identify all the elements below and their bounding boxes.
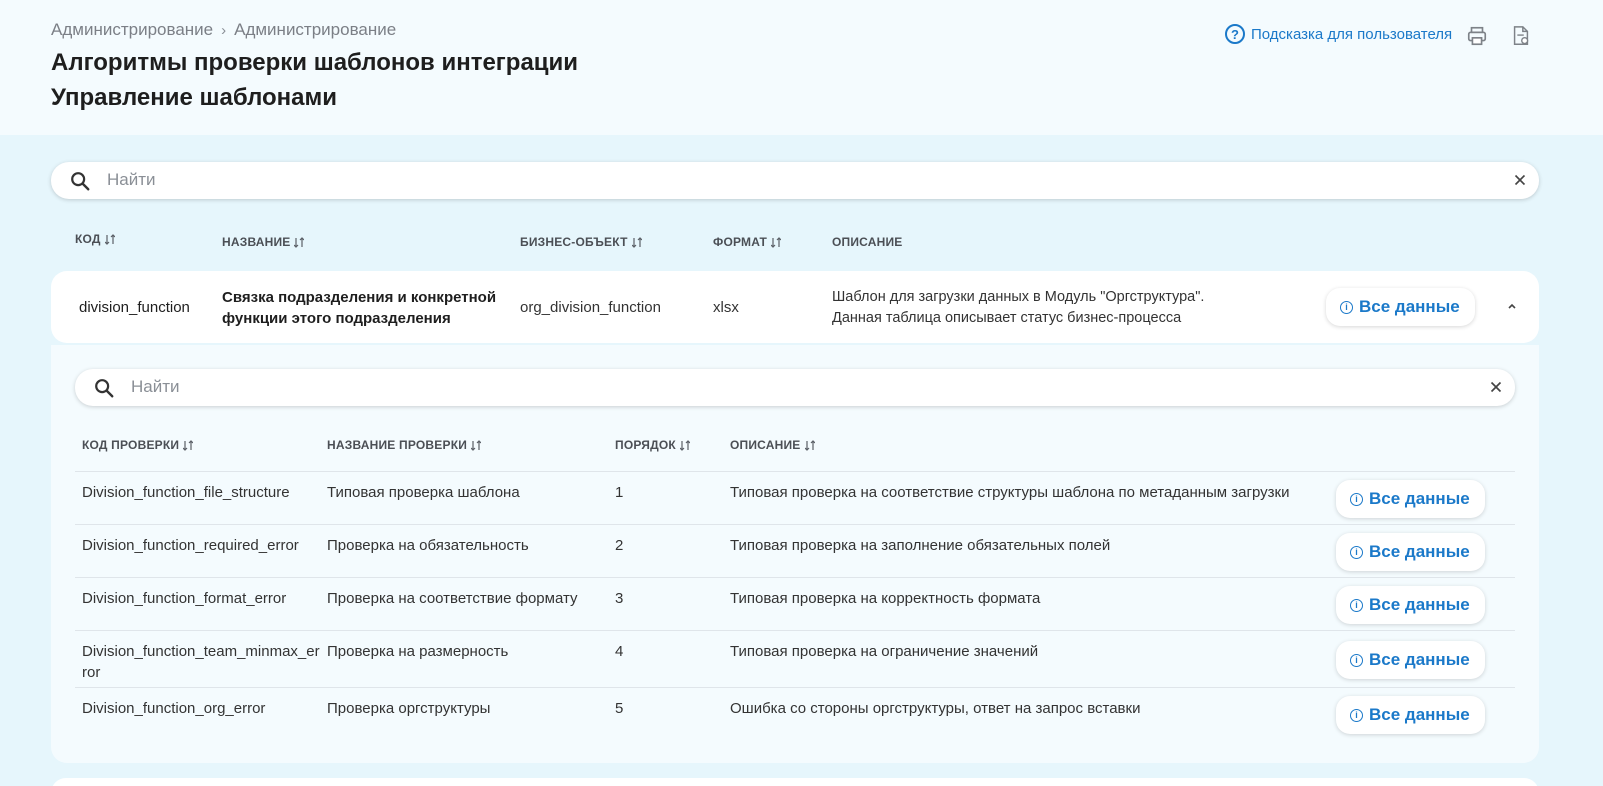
all-data-button[interactable]: i Все данные	[1336, 696, 1485, 734]
document-export-icon[interactable]	[1510, 24, 1532, 48]
check-order: 1	[615, 484, 624, 501]
help-question-icon: ?	[1225, 24, 1245, 44]
template-code: division_function	[79, 299, 190, 316]
sort-icon	[679, 439, 690, 451]
printer-icon[interactable]	[1466, 24, 1488, 48]
column-header-format[interactable]: ФОРМАТ	[713, 235, 782, 249]
info-icon: i	[1350, 492, 1363, 506]
checks-search-bar	[75, 369, 1515, 406]
check-row[interactable]: Division_function_org_error Проверка орг…	[75, 687, 1515, 740]
column-header-check-description[interactable]: ОПИСАНИЕ	[730, 438, 815, 452]
sort-icon	[804, 439, 815, 451]
breadcrumb: Администрирование › Администрирование	[51, 20, 396, 40]
help-link[interactable]: ? Подсказка для пользователя	[1225, 24, 1452, 44]
breadcrumb-separator: ›	[221, 21, 227, 39]
sort-icon	[104, 233, 115, 245]
column-header-name[interactable]: НАЗВАНИЕ	[222, 235, 305, 249]
all-data-button[interactable]: i Все данные	[1336, 533, 1485, 571]
check-name: Проверка оргструктуры	[327, 700, 491, 717]
all-data-button[interactable]: i Все данные	[1336, 586, 1485, 624]
check-code: Division_function_file_structure	[82, 484, 290, 501]
checks-search-input[interactable]	[131, 373, 1283, 401]
check-row[interactable]: Division_function_format_error Проверка …	[75, 577, 1515, 630]
column-header-order[interactable]: ПОРЯДОК	[615, 438, 690, 452]
help-link-label: Подсказка для пользователя	[1251, 25, 1453, 43]
next-template-row[interactable]	[51, 778, 1539, 786]
check-description: Типовая проверка на ограничение значений	[730, 643, 1039, 660]
sort-icon	[294, 236, 305, 248]
sort-icon	[771, 236, 782, 248]
sort-icon	[183, 439, 194, 451]
template-name: Связка подразделения и конкретной функци…	[222, 289, 497, 327]
info-icon: i	[1350, 708, 1363, 722]
check-name: Проверка на обязательность	[327, 537, 529, 554]
check-row[interactable]: Division_function_required_error Проверк…	[75, 524, 1515, 577]
main-search-input[interactable]	[107, 166, 1298, 194]
check-description: Типовая проверка на соответствие структу…	[730, 484, 1290, 501]
breadcrumb-item-1[interactable]: Администрирование	[51, 20, 213, 40]
column-header-business-object[interactable]: БИЗНЕС-ОБЪЕКТ	[520, 235, 642, 249]
info-icon: i	[1350, 545, 1363, 559]
check-description: Типовая проверка на заполнение обязатель…	[730, 537, 1111, 554]
page-title: Алгоритмы проверки шаблонов интеграции	[51, 49, 579, 76]
column-header-code[interactable]: КОД	[75, 232, 115, 246]
sort-icon	[471, 439, 482, 451]
info-icon: i	[1350, 653, 1363, 667]
clear-search-icon[interactable]	[1511, 171, 1529, 189]
template-description: Шаблон для загрузки данных в Модуль "Орг…	[832, 289, 1205, 326]
check-name: Проверка на соответствие формату	[327, 590, 578, 607]
all-data-button[interactable]: i Все данные	[1336, 480, 1485, 518]
template-format: xlsx	[713, 299, 739, 316]
check-row[interactable]: Division_function_file_structure Типовая…	[75, 471, 1515, 524]
info-icon: i	[1350, 598, 1363, 612]
check-code: Division_function_org_error	[82, 700, 266, 717]
clear-search-icon[interactable]	[1487, 378, 1505, 396]
check-code: Division_function_team_minmax_er ror	[82, 643, 320, 681]
all-data-button[interactable]: i Все данные	[1326, 288, 1475, 326]
check-name: Типовая проверка шаблона	[327, 484, 520, 501]
check-code: Division_function_format_error	[82, 590, 287, 607]
column-header-check-code[interactable]: КОД ПРОВЕРКИ	[82, 438, 194, 452]
chevron-up-icon[interactable]	[1506, 300, 1518, 312]
check-row[interactable]: Division_function_team_minmax_er ror Пров…	[75, 630, 1515, 687]
template-business-object: org_division_function	[520, 299, 661, 316]
info-icon: i	[1340, 300, 1353, 314]
check-description: Типовая проверка на корректность формата	[730, 590, 1041, 607]
check-order: 3	[615, 590, 624, 607]
all-data-button[interactable]: i Все данные	[1336, 641, 1485, 679]
check-order: 4	[615, 643, 624, 660]
help-area: ? Подсказка для пользователя	[1225, 24, 1452, 44]
search-icon	[71, 172, 90, 191]
main-search-bar	[51, 162, 1539, 199]
breadcrumb-item-2[interactable]: Администрирование	[234, 20, 396, 40]
check-order: 5	[615, 700, 624, 717]
check-code: Division_function_required_error	[82, 537, 299, 554]
sort-icon	[631, 236, 642, 248]
page-header: Администрирование › Администрирование Ал…	[0, 0, 1603, 135]
search-icon	[95, 379, 114, 398]
template-row[interactable]: division_function Связка подразделения и…	[51, 271, 1539, 343]
check-description: Ошибка со стороны оргструктуры, ответ на…	[730, 700, 1141, 717]
check-order: 2	[615, 537, 624, 554]
check-name: Проверка на размерность	[327, 643, 509, 660]
column-header-check-name[interactable]: НАЗВАНИЕ ПРОВЕРКИ	[327, 438, 482, 452]
page-subtitle: Управление шаблонами	[51, 84, 338, 111]
column-header-description: ОПИСАНИЕ	[832, 235, 903, 249]
